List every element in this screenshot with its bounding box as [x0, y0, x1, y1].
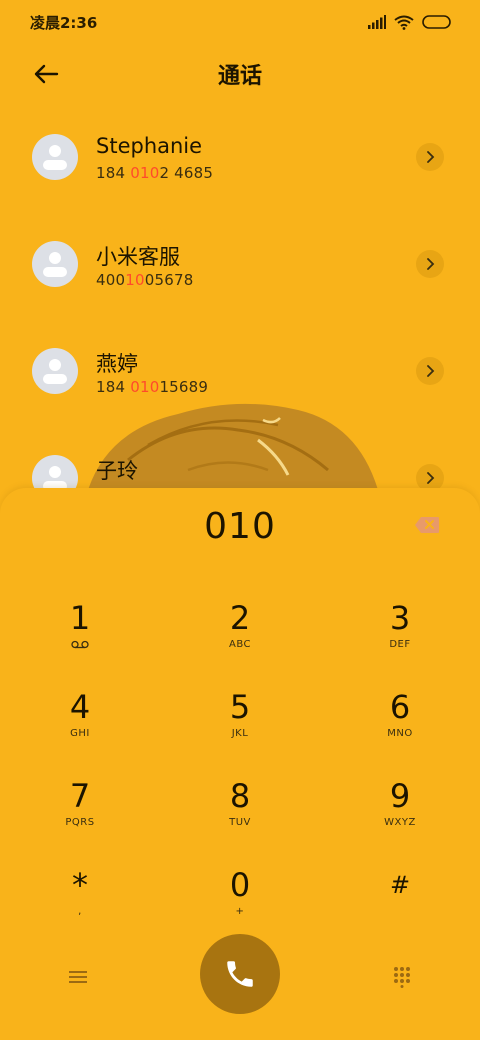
avatar	[32, 455, 78, 489]
menu-button[interactable]	[60, 962, 96, 992]
dialpad-panel: 010 1 2 ABC 3 DEF 4 GHI 5 JKL 6 MNO 7 PQ…	[0, 488, 480, 1040]
match-highlight: 10	[125, 271, 145, 289]
key-0[interactable]: 0 +	[180, 855, 300, 935]
match-highlight: 010	[130, 164, 160, 182]
contact-details-button[interactable]	[416, 357, 444, 385]
contact-name: 小米客服	[96, 245, 180, 269]
key-6[interactable]: 6 MNO	[340, 677, 460, 757]
contact-row[interactable]: 小米客服 4001005678	[0, 211, 480, 318]
contact-number: 4001005678	[96, 271, 194, 289]
key-9[interactable]: 9 WXYZ	[340, 766, 460, 846]
contact-results-list: Stephanie 184 0102 4685 小米客服 4001005678 …	[0, 104, 480, 489]
status-icons	[368, 12, 452, 32]
wifi-icon	[394, 15, 414, 30]
key-hash[interactable]: #	[340, 855, 460, 935]
contact-row[interactable]: 子玲	[0, 425, 480, 489]
key-3[interactable]: 3 DEF	[340, 588, 460, 668]
chevron-right-icon	[427, 258, 435, 270]
chevron-right-icon	[427, 151, 435, 163]
contact-number: 184 01015689	[96, 378, 209, 396]
match-highlight: 010	[130, 378, 160, 396]
status-bar: 凌晨2:36	[0, 0, 480, 44]
key-5[interactable]: 5 JKL	[180, 677, 300, 757]
app-bar: 通话	[0, 44, 480, 104]
phone-icon	[227, 961, 253, 987]
menu-icon	[69, 971, 87, 983]
key-7[interactable]: 7 PQRS	[20, 766, 140, 846]
voicemail-icon	[71, 640, 89, 649]
bottom-action-bar	[0, 928, 480, 1028]
key-1[interactable]: 1	[20, 588, 140, 668]
key-star[interactable]: * ,	[20, 855, 140, 935]
page-title: 通话	[217, 64, 262, 89]
signal-icon	[368, 15, 386, 29]
contact-details-button[interactable]	[416, 464, 444, 489]
contact-name: 燕婷	[96, 352, 138, 376]
backspace-button[interactable]	[414, 516, 440, 534]
dialed-number: 010	[204, 506, 276, 547]
key-8[interactable]: 8 TUV	[180, 766, 300, 846]
contact-name: 子玲	[96, 459, 138, 483]
key-2[interactable]: 2 ABC	[180, 588, 300, 668]
avatar	[32, 348, 78, 394]
contact-name: Stephanie	[96, 134, 203, 158]
chevron-right-icon	[427, 365, 435, 377]
status-time: 凌晨2:36	[30, 14, 98, 32]
call-button[interactable]	[200, 934, 280, 1014]
backspace-icon	[415, 517, 439, 533]
contact-number: 184 0102 4685	[96, 164, 214, 182]
contact-details-button[interactable]	[416, 250, 444, 278]
avatar	[32, 134, 78, 180]
dialpad-toggle-button[interactable]	[384, 962, 420, 992]
dialpad-icon	[394, 967, 410, 988]
contact-row[interactable]: Stephanie 184 0102 4685	[0, 104, 480, 211]
contact-details-button[interactable]	[416, 143, 444, 171]
battery-icon	[422, 15, 451, 29]
avatar	[32, 241, 78, 287]
key-4[interactable]: 4 GHI	[20, 677, 140, 757]
chevron-right-icon	[427, 472, 435, 484]
